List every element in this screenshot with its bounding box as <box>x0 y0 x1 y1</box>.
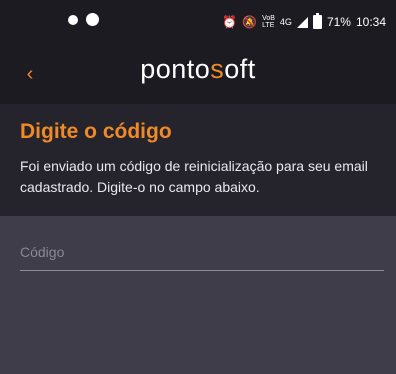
battery-icon <box>312 13 322 29</box>
header-panel: Digite o código Foi enviado um código de… <box>0 104 396 216</box>
logo-text-accent: s <box>210 54 225 84</box>
circle-icon <box>86 13 99 26</box>
volte-indicator: VoB LTE <box>262 15 275 29</box>
network-type: 4G <box>279 17 292 27</box>
code-field[interactable] <box>20 238 384 271</box>
app-logo: pontosoft <box>0 54 396 85</box>
notification-icon <box>68 14 78 25</box>
status-bar: ⏰ 🔕 VoB LTE 4G 71% 10:34 <box>0 0 396 44</box>
app-bar: ‹ pontosoft <box>0 44 396 104</box>
page-description: Foi enviado um código de reinicialização… <box>20 158 368 195</box>
status-time: 10:34 <box>355 15 386 29</box>
status-left-icons <box>68 13 99 26</box>
status-right: ⏰ 🔕 VoB LTE 4G 71% 10:34 <box>222 13 386 29</box>
mute-icon: 🔕 <box>242 15 258 29</box>
signal-icon <box>296 16 308 28</box>
lte-label: LTE <box>262 22 275 29</box>
volte-label: VoB <box>262 15 275 22</box>
battery-percent: 71% <box>326 15 351 29</box>
code-input[interactable] <box>20 238 384 266</box>
logo-text-oft: oft <box>224 54 256 84</box>
logo-text-ponto: ponto <box>140 54 211 84</box>
page-title: Digite o código <box>20 120 172 143</box>
alarm-icon: ⏰ <box>222 15 238 29</box>
